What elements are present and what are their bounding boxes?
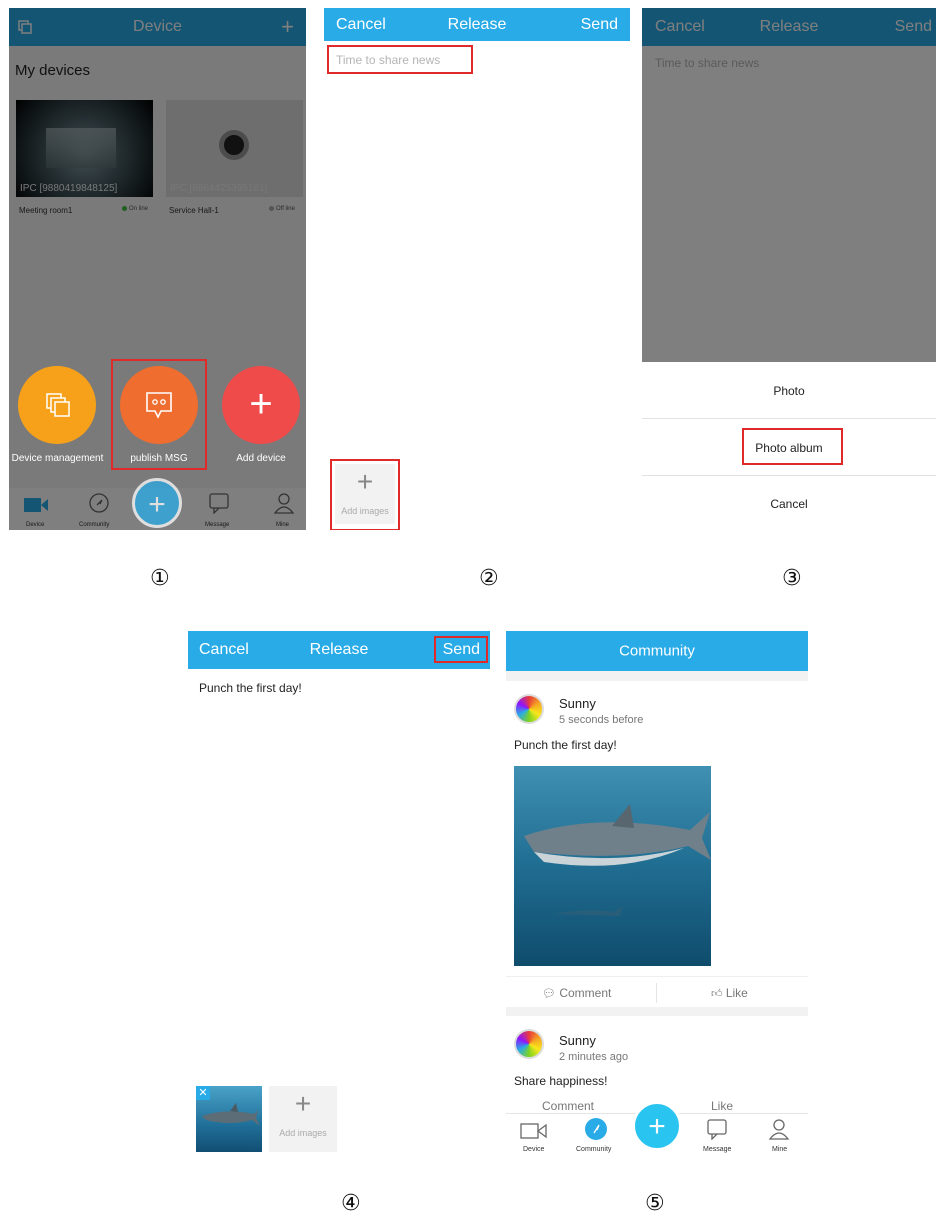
page-title: Release: [309, 641, 369, 658]
screen-device-home: Device + My devices IPC [9880419848125] …: [9, 8, 306, 530]
nav-mine-label: Mine: [772, 1146, 788, 1153]
sheet-option-cancel[interactable]: Cancel: [642, 476, 936, 530]
device-management-label: Device management: [11, 453, 104, 464]
screen-community: Community Sunny 5 seconds before Punch t…: [506, 631, 808, 1155]
like-button[interactable]: 👍︎ Like: [711, 986, 748, 1000]
page-title: Release: [447, 15, 507, 33]
nav-message-label: Message: [703, 1146, 732, 1153]
plus-icon: +: [294, 1088, 312, 1119]
selected-image-thumbnail[interactable]: ✕: [196, 1086, 262, 1152]
compass-nav-icon[interactable]: [585, 1118, 607, 1140]
post-time: 2 minutes ago: [559, 1051, 629, 1063]
post-text-input[interactable]: Punch the first day!: [199, 681, 302, 695]
comment-button[interactable]: 💬︎ Comment: [542, 986, 611, 1000]
fab-plus-button[interactable]: +: [632, 1101, 682, 1151]
post-username[interactable]: Sunny: [559, 1033, 596, 1048]
step-number: ①: [150, 566, 170, 591]
avatar[interactable]: [514, 1029, 544, 1059]
step-number: ②: [479, 566, 499, 591]
nav-device-label: Device: [523, 1146, 545, 1153]
divider: [506, 976, 808, 977]
highlight-box: [330, 459, 400, 530]
highlight-box: [742, 428, 843, 465]
highlight-box: [327, 45, 473, 74]
post-username[interactable]: Sunny: [559, 696, 596, 711]
highlight-box: [111, 359, 207, 470]
device-management-button[interactable]: [18, 366, 96, 444]
shark-image: [524, 804, 711, 916]
add-device-button[interactable]: +: [222, 366, 300, 444]
comment-icon: 💬︎: [542, 988, 556, 1000]
comment-button[interactable]: Comment: [542, 1099, 594, 1113]
step-number: ⑤: [645, 1191, 665, 1216]
remove-image-icon[interactable]: ✕: [196, 1086, 210, 1100]
thumbs-up-icon: 👍︎: [711, 988, 723, 1000]
send-button[interactable]: Send: [581, 16, 618, 34]
device-nav-icon[interactable]: [520, 1122, 548, 1140]
post-text: Punch the first day!: [514, 738, 617, 752]
nav-community-label: Community: [576, 1146, 612, 1153]
cancel-button[interactable]: Cancel: [336, 16, 386, 34]
add-images-button[interactable]: + Add images: [269, 1086, 337, 1152]
page-title: Community: [619, 642, 695, 660]
screen-release-filled: Cancel Release Send Punch the first day!…: [188, 631, 490, 1155]
person-nav-icon[interactable]: [768, 1118, 790, 1140]
step-number: ④: [341, 1191, 361, 1216]
dim-overlay[interactable]: [642, 8, 936, 362]
highlight-box: [434, 636, 488, 663]
release-header: Cancel Release Send: [324, 8, 630, 41]
stack-icon: [46, 393, 70, 417]
add-images-label: Add images: [279, 1128, 327, 1138]
divider: [656, 983, 657, 1003]
post-text: Share happiness!: [514, 1074, 608, 1088]
post-card: Sunny 5 seconds before Punch the first d…: [506, 681, 808, 1007]
like-button[interactable]: Like: [711, 1099, 733, 1113]
add-device-label: Add device: [236, 453, 286, 464]
screen-release-empty: Cancel Release Send Time to share news +…: [324, 8, 630, 530]
post-time: 5 seconds before: [559, 714, 644, 726]
screen-release-sheet: Cancel Release Send Time to share news P…: [642, 8, 936, 530]
step-number: ③: [782, 566, 802, 591]
community-header: Community: [506, 631, 808, 671]
plus-icon: +: [249, 382, 273, 426]
avatar[interactable]: [514, 694, 544, 724]
message-nav-icon[interactable]: [706, 1118, 730, 1140]
sheet-option-photo[interactable]: Photo: [642, 363, 936, 419]
fab-plus-button[interactable]: +: [132, 478, 182, 528]
cancel-button[interactable]: Cancel: [199, 641, 249, 659]
post-image[interactable]: [514, 766, 711, 966]
